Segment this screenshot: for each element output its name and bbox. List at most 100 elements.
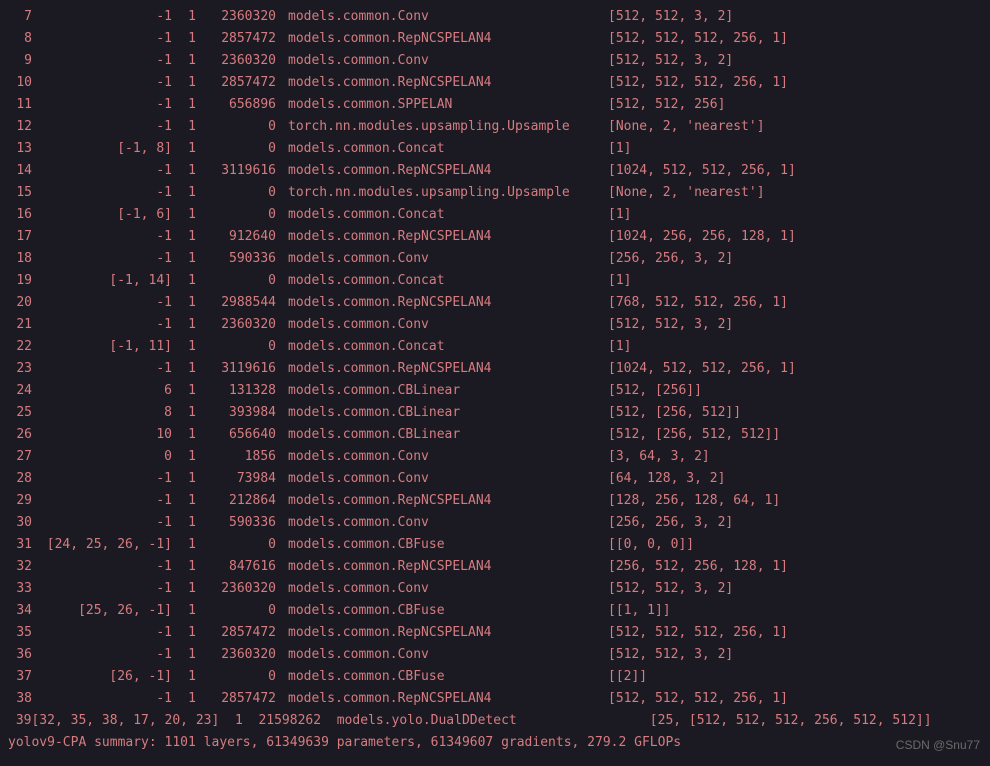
col-params: 0 (196, 270, 276, 292)
col-module: models.common.CBLinear (288, 424, 588, 446)
col-module: torch.nn.modules.upsampling.Upsample (288, 182, 588, 204)
model-layer-row: 28-1173984models.common.Conv[64, 128, 3,… (8, 468, 982, 490)
col-module: models.common.RepNCSPELAN4 (288, 72, 588, 94)
col-n: 1 (172, 512, 196, 534)
col-n: 1 (172, 270, 196, 292)
col-idx: 32 (8, 556, 32, 578)
col-params: 0 (196, 666, 276, 688)
col-args: [1] (608, 336, 631, 358)
col-args: [512, 512, 3, 2] (608, 578, 733, 600)
col-idx: 27 (8, 446, 32, 468)
model-layer-row: 2581393984models.common.CBLinear[512, [2… (8, 402, 982, 424)
model-layer-row: 15-110torch.nn.modules.upsampling.Upsamp… (8, 182, 982, 204)
col-n: 1 (172, 468, 196, 490)
terminal-output: 7-112360320models.common.Conv[512, 512, … (0, 0, 990, 754)
col-from: [25, 26, -1] (32, 600, 172, 622)
col-idx: 28 (8, 468, 32, 490)
col-n: 1 (172, 644, 196, 666)
model-layer-row: 9-112360320models.common.Conv[512, 512, … (8, 50, 982, 72)
col-n: 1 (172, 424, 196, 446)
col-args: [64, 128, 3, 2] (608, 468, 725, 490)
model-layer-row: 14-113119616models.common.RepNCSPELAN4[1… (8, 160, 982, 182)
model-layer-row: 36-112360320models.common.Conv[512, 512,… (8, 644, 982, 666)
col-args: [512, [256, 512]] (608, 402, 741, 424)
col-from: [-1, 8] (32, 138, 172, 160)
col-params: 2360320 (196, 578, 276, 600)
model-layer-row: 12-110torch.nn.modules.upsampling.Upsamp… (8, 116, 982, 138)
col-args: [768, 512, 512, 256, 1] (608, 292, 788, 314)
model-layer-row: 38-112857472models.common.RepNCSPELAN4[5… (8, 688, 982, 710)
col-from: -1 (32, 160, 172, 182)
model-layer-row: 32-11847616models.common.RepNCSPELAN4[25… (8, 556, 982, 578)
model-layer-row: 19[-1, 14]10models.common.Concat[1] (8, 270, 982, 292)
col-n: 1 (172, 622, 196, 644)
col-params: 131328 (196, 380, 276, 402)
col-args: [1024, 256, 256, 128, 1] (608, 226, 796, 248)
model-layer-row: 33-112360320models.common.Conv[512, 512,… (8, 578, 982, 600)
col-idx: 11 (8, 94, 32, 116)
col-from: [24, 25, 26, -1] (32, 534, 172, 556)
col-module: models.common.Conv (288, 248, 588, 270)
model-layer-row: 35-112857472models.common.RepNCSPELAN4[5… (8, 622, 982, 644)
col-n: 1 (172, 490, 196, 512)
col-from: -1 (32, 468, 172, 490)
col-idx: 13 (8, 138, 32, 160)
col-from: -1 (32, 248, 172, 270)
col-n: 1 (172, 402, 196, 424)
model-layer-row: 20-112988544models.common.RepNCSPELAN4[7… (8, 292, 982, 314)
col-module: models.common.CBLinear (288, 402, 588, 424)
col-params: 1856 (196, 446, 276, 468)
col-from: 0 (32, 446, 172, 468)
col-from: -1 (32, 6, 172, 28)
col-idx: 17 (8, 226, 32, 248)
col-n: 1 (172, 50, 196, 72)
col-idx: 37 (8, 666, 32, 688)
model-layer-row: 2461131328models.common.CBLinear[512, [2… (8, 380, 982, 402)
model-layer-row: 34[25, 26, -1]10models.common.CBFuse[[1,… (8, 600, 982, 622)
col-module: models.common.CBFuse (288, 534, 588, 556)
col-params: 2857472 (196, 622, 276, 644)
col-idx: 29 (8, 490, 32, 512)
model-layer-row: 30-11590336models.common.Conv[256, 256, … (8, 512, 982, 534)
col-module: models.common.Concat (288, 138, 588, 160)
col-from: -1 (32, 182, 172, 204)
col-module: models.common.RepNCSPELAN4 (288, 688, 588, 710)
col-n: 1 (172, 160, 196, 182)
col-params: 2360320 (196, 6, 276, 28)
col-args: [512, 512, 512, 256, 1] (608, 688, 788, 710)
col-module: models.common.SPPELAN (288, 94, 588, 116)
col-idx: 15 (8, 182, 32, 204)
col-params: 656896 (196, 94, 276, 116)
col-params: 2360320 (196, 50, 276, 72)
col-from: -1 (32, 512, 172, 534)
col-args: [512, 512, 3, 2] (608, 6, 733, 28)
col-args: [512, [256, 512, 512]] (608, 424, 780, 446)
col-n: 1 (172, 6, 196, 28)
col-params: 212864 (196, 490, 276, 512)
col-idx: 34 (8, 600, 32, 622)
col-idx: 20 (8, 292, 32, 314)
col-params: 73984 (196, 468, 276, 490)
col-n: 1 (172, 138, 196, 160)
col-args: [512, 512, 512, 256, 1] (608, 622, 788, 644)
col-n: 1 (172, 248, 196, 270)
model-layer-row: 27011856models.common.Conv[3, 64, 3, 2] (8, 446, 982, 468)
model-layer-row: 16[-1, 6]10models.common.Concat[1] (8, 204, 982, 226)
col-idx: 23 (8, 358, 32, 380)
col-module: models.common.Conv (288, 6, 588, 28)
col-idx: 38 (8, 688, 32, 710)
col-idx: 21 (8, 314, 32, 336)
col-params: 393984 (196, 402, 276, 424)
model-layer-row: 26101656640models.common.CBLinear[512, [… (8, 424, 982, 446)
col-args: [1] (608, 204, 631, 226)
col-idx: 22 (8, 336, 32, 358)
col-from: -1 (32, 556, 172, 578)
col-args: [512, 512, 512, 256, 1] (608, 72, 788, 94)
col-module: models.common.Concat (288, 270, 588, 292)
col-params: 0 (196, 182, 276, 204)
col-idx: 7 (8, 6, 32, 28)
col-idx: 25 (8, 402, 32, 424)
col-module: models.common.RepNCSPELAN4 (288, 160, 588, 182)
model-layer-row: 21-112360320models.common.Conv[512, 512,… (8, 314, 982, 336)
model-layer-row: 13[-1, 8]10models.common.Concat[1] (8, 138, 982, 160)
